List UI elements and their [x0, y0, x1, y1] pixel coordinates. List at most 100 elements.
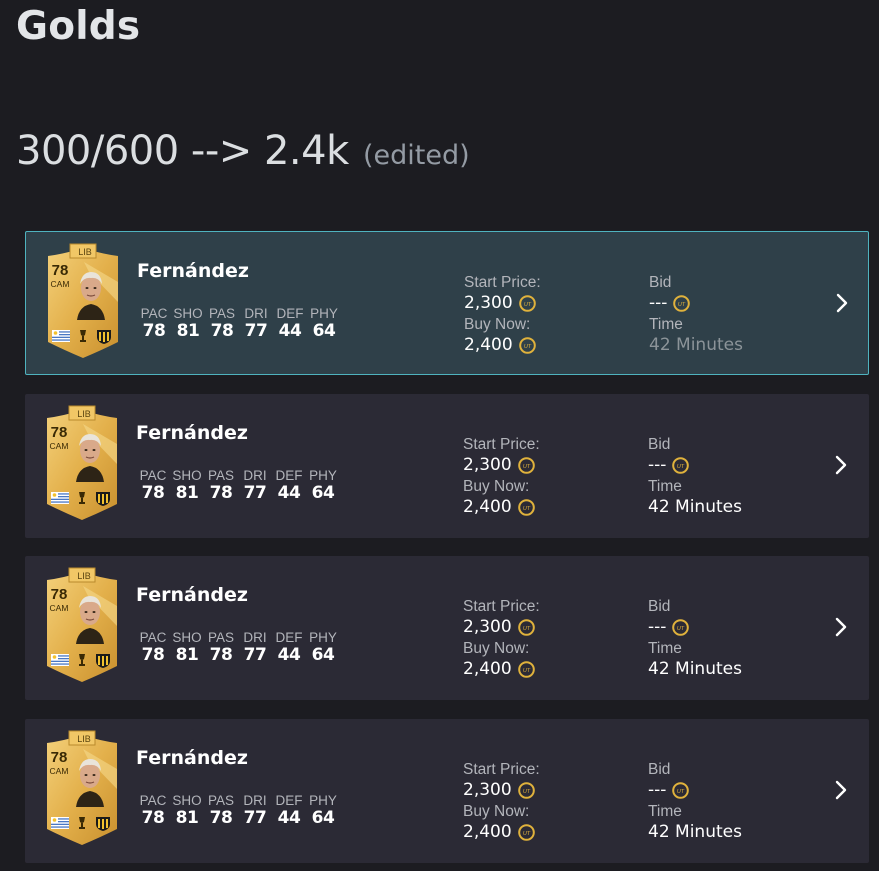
stat-label: SHO	[172, 468, 202, 483]
card-position: CAM	[49, 603, 69, 613]
player-card[interactable]: LIB 78 CAM	[43, 404, 121, 522]
stat-value: 44	[277, 645, 301, 665]
player-card[interactable]: LIB 78 CAM	[44, 242, 122, 360]
price-column: Start Price: 2,300 UT Buy Now: 2,400 UT	[464, 272, 541, 356]
svg-text:UT: UT	[524, 344, 532, 350]
start-price-amount: 2,300	[463, 455, 512, 475]
stat-label: PAC	[139, 630, 167, 645]
stat-phy: PHY 64	[306, 630, 340, 665]
stat-label: PHY	[309, 630, 337, 645]
league-trophy-icon	[79, 492, 85, 504]
coin-icon: UT	[517, 782, 535, 799]
club-crest-icon	[96, 492, 110, 506]
bid-amount: ---	[648, 617, 667, 637]
buy-now-value: 2,400 UT	[464, 335, 541, 356]
bid-label: Bid	[649, 274, 672, 291]
coin-icon: UT	[672, 782, 690, 799]
svg-text:UT: UT	[523, 668, 531, 674]
stat-sho: SHO 81	[170, 793, 204, 828]
stat-phy: PHY 64	[306, 793, 340, 828]
player-stats: PAC 78 SHO 81 PAS 78 DRI 77 DEF 44 PHY 64	[136, 468, 340, 503]
chevron-right-icon[interactable]	[831, 779, 851, 801]
stat-phy: PHY 64	[306, 468, 340, 503]
listing-row[interactable]: LIB 78 CAM Fernández PAC 78 SHO 81 PAS 7…	[25, 394, 869, 538]
svg-text:UT: UT	[523, 831, 531, 837]
stat-value: 77	[243, 645, 267, 665]
start-price-label: Start Price:	[463, 598, 540, 615]
stat-value: 78	[142, 321, 166, 341]
bid-label: Bid	[648, 436, 671, 453]
start-price-value: 2,300 UT	[463, 455, 540, 476]
coin-icon: UT	[672, 457, 690, 474]
stat-label: SHO	[173, 306, 203, 321]
player-face-icon	[76, 434, 104, 482]
svg-text:UT: UT	[677, 626, 685, 632]
stat-label: PHY	[310, 306, 338, 321]
bid-column: Bid --- UT Time 42 Minutes	[648, 434, 742, 518]
buy-now-amount: 2,400	[464, 335, 513, 355]
stat-value: 44	[277, 483, 301, 503]
coin-icon: UT	[517, 824, 535, 841]
stat-label: DEF	[276, 306, 304, 321]
start-price-value: 2,300 UT	[463, 617, 540, 638]
stat-sho: SHO 81	[170, 468, 204, 503]
coin-icon: UT	[517, 619, 535, 636]
bid-value: --- UT	[648, 455, 742, 476]
stat-label: DEF	[275, 793, 303, 808]
chevron-right-icon[interactable]	[831, 454, 851, 476]
stat-label: SHO	[172, 630, 202, 645]
player-face-icon	[77, 272, 105, 320]
stat-value: 81	[176, 321, 200, 341]
stat-pas: PAS 78	[205, 306, 239, 341]
svg-text:UT: UT	[678, 302, 686, 308]
stat-def: DEF 44	[272, 630, 306, 665]
listing-row[interactable]: LIB 78 CAM Fernández PAC 78 SHO 81 PAS 7…	[25, 719, 869, 863]
message-page: Golds 300/600 --> 2.4k (edited) LIB 78 C…	[0, 0, 879, 871]
stat-label: PAS	[208, 306, 235, 321]
stat-def: DEF 44	[272, 468, 306, 503]
coin-icon: UT	[517, 499, 535, 516]
stat-pac: PAC 78	[136, 468, 170, 503]
edited-tag: (edited)	[362, 140, 470, 171]
bid-amount: ---	[649, 293, 668, 313]
stat-value: 64	[311, 808, 335, 828]
bid-label: Bid	[648, 761, 671, 778]
stat-label: DRI	[243, 468, 267, 483]
time-label: Time	[648, 640, 682, 657]
svg-text:UT: UT	[524, 302, 532, 308]
buy-now-amount: 2,400	[463, 659, 512, 679]
player-stats: PAC 78 SHO 81 PAS 78 DRI 77 DEF 44 PHY 64	[137, 306, 341, 341]
svg-text:UT: UT	[677, 464, 685, 470]
chevron-right-icon[interactable]	[832, 292, 852, 314]
player-name: Fernández	[136, 747, 248, 769]
coin-icon: UT	[517, 661, 535, 678]
card-rating: 78	[50, 424, 68, 441]
bid-column: Bid --- UT Time 42 Minutes	[648, 596, 742, 680]
card-tag: LIB	[78, 247, 92, 257]
start-price-label: Start Price:	[463, 436, 540, 453]
stat-phy: PHY 64	[307, 306, 341, 341]
stat-value: 78	[210, 321, 234, 341]
price-column: Start Price: 2,300 UT Buy Now: 2,400 UT	[463, 434, 540, 518]
player-card[interactable]: LIB 78 CAM	[43, 566, 121, 684]
listing-row[interactable]: LIB 78 CAM Fernández PAC 78 SHO 81 PAS 7…	[25, 231, 869, 375]
stat-value: 81	[175, 808, 199, 828]
chevron-right-icon[interactable]	[831, 616, 851, 638]
player-card[interactable]: LIB 78 CAM	[43, 729, 121, 847]
card-tag: LIB	[77, 409, 91, 419]
stat-label: DRI	[244, 306, 268, 321]
player-face-icon	[76, 759, 104, 807]
svg-text:UT: UT	[523, 506, 531, 512]
coin-icon: UT	[673, 295, 691, 312]
league-trophy-icon	[79, 654, 85, 666]
message-text-line: 300/600 --> 2.4k (edited)	[16, 128, 470, 174]
player-face-icon	[76, 596, 104, 644]
time-label: Time	[648, 478, 682, 495]
card-rating: 78	[50, 586, 68, 603]
stat-pas: PAS 78	[204, 793, 238, 828]
stat-pac: PAC 78	[137, 306, 171, 341]
listing-row[interactable]: LIB 78 CAM Fernández PAC 78 SHO 81 PAS 7…	[25, 556, 869, 700]
club-crest-icon	[96, 654, 110, 668]
stat-sho: SHO 81	[171, 306, 205, 341]
bid-value: --- UT	[648, 617, 742, 638]
